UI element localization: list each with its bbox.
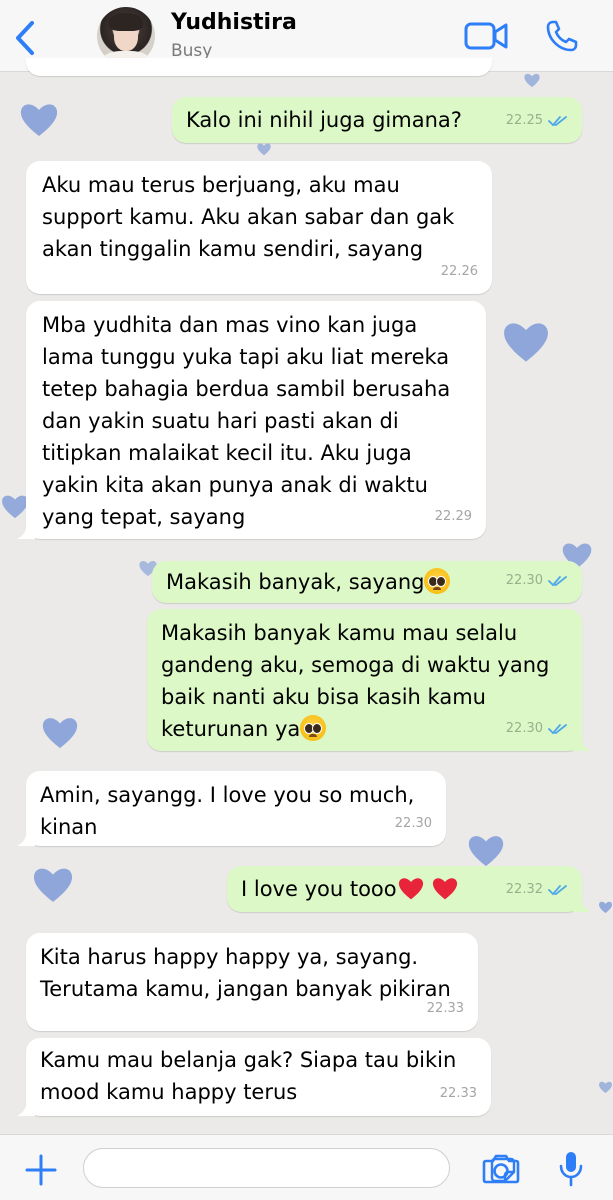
read-receipt-icon bbox=[548, 885, 567, 896]
heart-doodle-icon bbox=[18, 100, 60, 138]
message-text: Mba yudhita dan mas vino kan juga lama t… bbox=[42, 313, 451, 529]
bubble-tail bbox=[573, 896, 591, 912]
message-time: 22.33 bbox=[439, 1086, 477, 1101]
heart-doodle-icon bbox=[40, 714, 80, 750]
message-text: Amin, sayangg. I love you so much, kinan bbox=[40, 783, 415, 839]
message-bubble-incoming[interactable]: Kamu mau belanja gak? Siapa tau bikin mo… bbox=[17, 1038, 491, 1116]
message-text: Makasih banyak, sayang bbox=[166, 570, 425, 594]
message-meta: 22.33 bbox=[427, 993, 464, 1025]
message-bubble-partial[interactable] bbox=[26, 58, 492, 76]
read-receipt-icon bbox=[548, 576, 567, 587]
microphone-button[interactable] bbox=[558, 1150, 584, 1188]
red-heart-emoji-icon bbox=[398, 878, 423, 900]
message-meta: 22.30 bbox=[506, 565, 568, 597]
bubble-tail bbox=[17, 523, 35, 539]
video-call-button[interactable] bbox=[464, 20, 508, 52]
heart-doodle-icon bbox=[255, 142, 273, 156]
message-time: 22.32 bbox=[505, 882, 543, 897]
bubble-tail bbox=[573, 735, 591, 751]
message-time: 22.30 bbox=[394, 816, 432, 831]
voice-call-button[interactable] bbox=[545, 19, 579, 53]
message-time: 22.33 bbox=[426, 1001, 464, 1016]
message-time: 22.29 bbox=[434, 509, 472, 524]
message-meta: 22.33 bbox=[440, 1078, 477, 1110]
message-bubble-incoming[interactable]: Kita harus happy happy ya, sayang. Terut… bbox=[26, 933, 478, 1031]
back-button[interactable] bbox=[12, 20, 40, 56]
contact-name[interactable]: Yudhistira bbox=[171, 10, 297, 35]
read-receipt-icon bbox=[548, 724, 567, 735]
message-input[interactable] bbox=[83, 1148, 516, 1188]
heart-doodle-icon bbox=[598, 892, 613, 922]
message-text: Kalo ini nihil juga gimana? bbox=[186, 108, 462, 132]
message-text: Kita harus happy happy ya, sayang. Terut… bbox=[40, 945, 451, 1001]
message-meta: 22.25 bbox=[506, 105, 568, 137]
message-meta: 22.30 bbox=[395, 808, 432, 840]
heart-doodle-icon bbox=[598, 1072, 613, 1102]
message-text: Makasih banyak kamu mau selalu gandeng a… bbox=[161, 621, 550, 741]
heart-doodle-icon bbox=[520, 72, 544, 88]
message-meta: 22.32 bbox=[506, 874, 568, 906]
message-text: Aku mau terus berjuang, aku mau support … bbox=[42, 173, 455, 261]
heart-doodle-icon bbox=[466, 832, 506, 868]
pleading-face-emoji-icon bbox=[300, 715, 327, 741]
red-heart-emoji-icon bbox=[433, 878, 458, 900]
read-receipt-icon bbox=[548, 116, 567, 127]
message-time: 22.30 bbox=[505, 721, 543, 736]
message-meta: 22.29 bbox=[435, 501, 472, 533]
plus-icon bbox=[25, 1154, 57, 1186]
camera-button[interactable] bbox=[482, 1153, 520, 1185]
message-bubble-incoming[interactable]: Aku mau terus berjuang, aku mau support … bbox=[26, 161, 492, 294]
message-input-bar bbox=[0, 1134, 613, 1200]
message-meta: 22.26 bbox=[441, 256, 478, 288]
heart-doodle-icon bbox=[30, 864, 76, 904]
message-text: I love you tooo bbox=[241, 877, 397, 901]
camera-icon bbox=[482, 1154, 520, 1184]
phone-icon bbox=[546, 20, 578, 52]
video-camera-icon bbox=[464, 22, 508, 50]
bubble-tail bbox=[17, 1100, 35, 1116]
microphone-icon bbox=[559, 1152, 583, 1187]
avatar[interactable] bbox=[97, 7, 155, 65]
bubble-tail bbox=[17, 830, 35, 846]
heart-doodle-icon bbox=[500, 318, 552, 364]
message-meta: 22.30 bbox=[506, 713, 568, 745]
message-bubble-outgoing[interactable]: I love you tooo 22.32 bbox=[227, 866, 591, 912]
message-bubble-outgoing[interactable]: Makasih banyak, sayang 22.30 bbox=[152, 561, 582, 603]
message-text: Kamu mau belanja gak? Siapa tau bikin mo… bbox=[40, 1048, 457, 1104]
message-bubble-outgoing[interactable]: Kalo ini nihil juga gimana? 22.25 bbox=[172, 97, 582, 143]
message-time: 22.25 bbox=[505, 113, 543, 128]
chevron-left-icon bbox=[16, 21, 34, 55]
pleading-face-emoji-icon bbox=[424, 568, 451, 594]
attach-button[interactable] bbox=[24, 1153, 58, 1187]
message-bubble-incoming[interactable]: Amin, sayangg. I love you so much, kinan… bbox=[17, 771, 446, 846]
message-time: 22.26 bbox=[440, 264, 478, 279]
message-bubble-incoming[interactable]: Mba yudhita dan mas vino kan juga lama t… bbox=[17, 301, 486, 539]
message-time: 22.30 bbox=[505, 573, 543, 588]
message-bubble-outgoing[interactable]: Makasih banyak kamu mau selalu gandeng a… bbox=[147, 609, 591, 751]
